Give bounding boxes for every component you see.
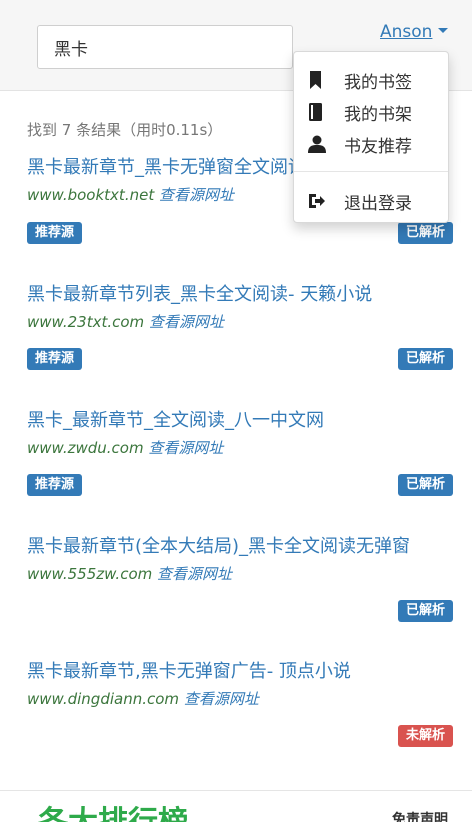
parsed-badge: 已解析 (397, 474, 453, 496)
menu-item-label: 我的书签 (344, 72, 412, 93)
menu-item-recommend[interactable]: 书友推荐 (294, 129, 448, 159)
result-title-link[interactable]: 黑卡最新章节,黑卡无弹窗广告- 顶点小说 (27, 660, 447, 684)
user-dropdown-menu: 我的书签 我的书架 书友推荐 退出登录 (293, 51, 449, 223)
recommended-badge: 推荐源 (27, 222, 83, 244)
user-icon (308, 135, 326, 153)
view-source-link[interactable]: 查看源网址 (148, 439, 223, 457)
result-url-line: www.zwdu.com 查看源网址 (27, 438, 457, 458)
view-source-link[interactable]: 查看源网址 (159, 186, 234, 204)
bookmark-icon (308, 71, 324, 89)
result-item: 黑卡最新章节,黑卡无弹窗广告- 顶点小说 www.dingdiann.com 查… (27, 660, 457, 747)
parsed-badge: 已解析 (397, 222, 453, 244)
search-input[interactable] (37, 25, 293, 69)
menu-item-logout[interactable]: 退出登录 (294, 186, 448, 216)
disclaimer-link[interactable]: 免责声明 (392, 809, 448, 822)
result-summary: 找到 7 条结果（用时0.11s） (27, 121, 223, 139)
result-title-link[interactable]: 黑卡_最新章节_全文阅读_八一中文网 (27, 409, 447, 433)
view-source-link[interactable]: 查看源网址 (157, 565, 232, 583)
view-source-link[interactable]: 查看源网址 (184, 690, 259, 708)
footer-bar: 各大排行榜 免责声明 (0, 790, 472, 822)
result-url: www.dingdiann.com (27, 690, 180, 708)
result-item: 黑卡最新章节列表_黑卡全文阅读- 天籁小说 www.23txt.com 查看源网… (27, 283, 457, 370)
rankings-link[interactable]: 各大排行榜 (38, 797, 188, 822)
logout-icon (308, 192, 325, 210)
parsed-badge: 已解析 (397, 600, 453, 622)
menu-divider (294, 171, 448, 172)
result-url: www.booktxt.net (27, 186, 155, 204)
result-title-link[interactable]: 黑卡最新章节列表_黑卡全文阅读- 天籁小说 (27, 283, 447, 307)
menu-item-label: 书友推荐 (344, 136, 412, 157)
result-url-line: www.23txt.com 查看源网址 (27, 312, 457, 332)
result-item: 黑卡最新章节(全本大结局)_黑卡全文阅读无弹窗 www.555zw.com 查看… (27, 535, 457, 622)
username[interactable]: Anson (380, 22, 432, 42)
result-url: www.23txt.com (27, 313, 145, 331)
book-icon (308, 103, 324, 121)
user-menu-toggle[interactable]: Anson (380, 22, 449, 42)
menu-item-bookshelf[interactable]: 我的书架 (294, 97, 448, 127)
result-title-link[interactable]: 黑卡最新章节(全本大结局)_黑卡全文阅读无弹窗 (27, 535, 447, 559)
view-source-link[interactable]: 查看源网址 (149, 313, 224, 331)
recommended-badge: 推荐源 (27, 348, 83, 370)
menu-item-label: 退出登录 (344, 193, 412, 214)
result-item: 黑卡_最新章节_全文阅读_八一中文网 www.zwdu.com 查看源网址 推荐… (27, 409, 457, 496)
result-url-line: www.555zw.com 查看源网址 (27, 564, 457, 584)
caret-down-icon (438, 27, 449, 33)
result-url-line: www.dingdiann.com 查看源网址 (27, 689, 457, 709)
result-url: www.555zw.com (27, 565, 153, 583)
unparsed-badge: 未解析 (397, 725, 453, 747)
recommended-badge: 推荐源 (27, 474, 83, 496)
result-url: www.zwdu.com (27, 439, 144, 457)
parsed-badge: 已解析 (397, 348, 453, 370)
menu-item-bookmarks[interactable]: 我的书签 (294, 65, 448, 95)
menu-item-label: 我的书架 (344, 104, 412, 125)
